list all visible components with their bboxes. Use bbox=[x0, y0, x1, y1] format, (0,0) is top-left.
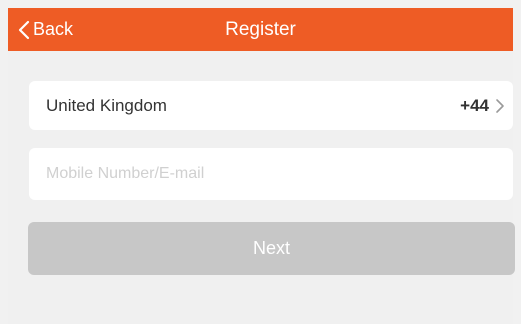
back-label: Back bbox=[33, 19, 74, 39]
country-selector[interactable]: United Kingdom +44 bbox=[29, 81, 513, 130]
contact-field-container bbox=[29, 148, 513, 200]
dial-code: +44 bbox=[460, 96, 489, 115]
header-bar: Back Register bbox=[8, 8, 513, 51]
back-button[interactable]: Back bbox=[18, 8, 73, 51]
chevron-left-icon bbox=[18, 20, 30, 40]
country-name: United Kingdom bbox=[46, 96, 167, 115]
mobile-email-input[interactable] bbox=[29, 148, 513, 200]
register-screen: Back Register United Kingdom +44 Next bbox=[8, 8, 515, 324]
page-title: Register bbox=[225, 19, 296, 40]
chevron-right-icon bbox=[495, 98, 505, 114]
next-button[interactable]: Next bbox=[28, 222, 515, 275]
